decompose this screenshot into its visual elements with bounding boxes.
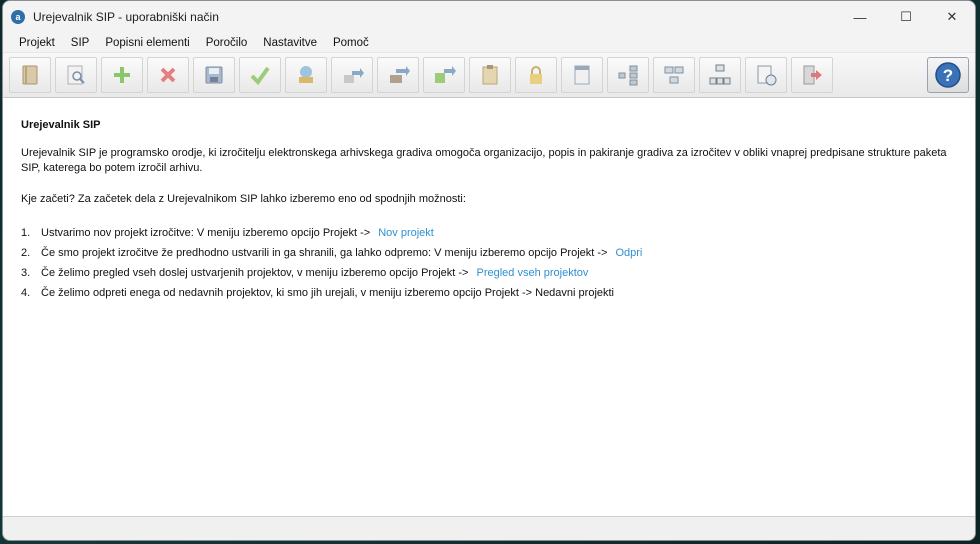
app-logo-icon: a: [11, 10, 25, 24]
page-title: Urejevalnik SIP: [21, 119, 101, 131]
hierarchy-icon: [664, 66, 684, 84]
book-icon: [22, 65, 38, 85]
toolbar-hierarchy-button[interactable]: [653, 57, 695, 93]
search-document-icon: [67, 65, 85, 85]
toolbar-search-button[interactable]: [55, 57, 97, 93]
list-item: 4. Če želimo odpreti enega od nedavnih p…: [21, 283, 957, 303]
menu-projekt[interactable]: Projekt: [11, 33, 63, 53]
window-title: Urejevalnik SIP - uporabniški način: [33, 10, 219, 24]
transfer-icon: [390, 66, 410, 83]
list-number: 1.: [21, 227, 31, 239]
toolbar-transfer-button[interactable]: [377, 57, 419, 93]
window-controls: — ☐ ✕: [837, 1, 975, 33]
help-button[interactable]: ?: [927, 57, 969, 93]
toolbar-export-button[interactable]: [331, 57, 373, 93]
list-text: Če smo projekt izročitve že predhodno us…: [41, 247, 608, 259]
close-button[interactable]: ✕: [929, 1, 975, 33]
options-list: 1. Ustvarimo nov projekt izročitve: V me…: [21, 223, 957, 303]
import-icon: [299, 66, 313, 83]
list-number: 4.: [21, 287, 31, 299]
menu-popisni-elementi[interactable]: Popisni elementi: [97, 33, 197, 53]
help-label: ?: [943, 66, 953, 85]
export-icon: [344, 68, 364, 83]
toolbar-exit-button[interactable]: [791, 57, 833, 93]
welcome-panel: Urejevalnik SIP Urejevalnik SIP je progr…: [3, 98, 975, 516]
clipboard-icon: [482, 65, 498, 85]
list-text: Če želimo odpreti enega od nedavnih proj…: [41, 287, 614, 299]
menu-bar: Projekt SIP Popisni elementi Poročilo Na…: [3, 33, 975, 53]
toolbar: ?: [3, 53, 975, 98]
list-text: Ustvarimo nov projekt izročitve: V menij…: [41, 227, 371, 239]
toolbar-delete-button[interactable]: [147, 57, 189, 93]
open-project-link[interactable]: Odpri: [615, 243, 642, 263]
validate-icon: [757, 65, 777, 86]
list-text: Če želimo pregled vseh doslej ustvarjeni…: [41, 267, 469, 279]
toolbar-tree-button[interactable]: [607, 57, 649, 93]
list-item: 3. Če želimo pregled vseh doslej ustvarj…: [21, 263, 957, 283]
list-number: 2.: [21, 247, 31, 259]
structure-icon: [709, 64, 731, 85]
menu-porocilo[interactable]: Poročilo: [198, 33, 256, 53]
toolbar-validate-button[interactable]: [745, 57, 787, 93]
toolbar-add-button[interactable]: [101, 57, 143, 93]
toolbar-lock-button[interactable]: [515, 57, 557, 93]
list-item: 2. Če smo projekt izročitve že predhodno…: [21, 243, 957, 263]
help-icon: ?: [935, 62, 961, 88]
menu-pomoc[interactable]: Pomoč: [325, 33, 377, 53]
minimize-button[interactable]: —: [837, 1, 883, 33]
tree-icon: [618, 65, 638, 86]
delete-icon: [160, 67, 176, 83]
panel-icon: [574, 65, 590, 85]
app-window: a Urejevalnik SIP - uporabniški način — …: [2, 0, 976, 541]
menu-sip[interactable]: SIP: [63, 33, 98, 53]
toolbar-save-button[interactable]: [193, 57, 235, 93]
intro-paragraph: Urejevalnik SIP je programsko orodje, ki…: [21, 147, 947, 174]
toolbar-move-button[interactable]: [423, 57, 465, 93]
toolbar-structure-button[interactable]: [699, 57, 741, 93]
toolbar-clipboard-button[interactable]: [469, 57, 511, 93]
lock-icon: [530, 66, 542, 84]
toolbar-confirm-button[interactable]: [239, 57, 281, 93]
list-number: 3.: [21, 267, 31, 279]
save-icon: [205, 66, 223, 84]
getting-started-text: Kje začeti? Za začetek dela z Urejevalni…: [21, 193, 466, 205]
toolbar-panel-button[interactable]: [561, 57, 603, 93]
move-icon: [435, 66, 456, 83]
add-icon: [114, 67, 130, 83]
title-bar[interactable]: a Urejevalnik SIP - uporabniški način — …: [3, 1, 975, 33]
maximize-button[interactable]: ☐: [883, 1, 929, 33]
status-bar: [3, 516, 975, 540]
checkmark-icon: [250, 66, 270, 86]
exit-icon: [803, 65, 822, 85]
menu-nastavitve[interactable]: Nastavitve: [255, 33, 325, 53]
new-project-link[interactable]: Nov projekt: [378, 223, 434, 243]
all-projects-link[interactable]: Pregled vseh projektov: [476, 263, 588, 283]
toolbar-book-button[interactable]: [9, 57, 51, 93]
toolbar-import-button[interactable]: [285, 57, 327, 93]
list-item: 1. Ustvarimo nov projekt izročitve: V me…: [21, 223, 957, 243]
